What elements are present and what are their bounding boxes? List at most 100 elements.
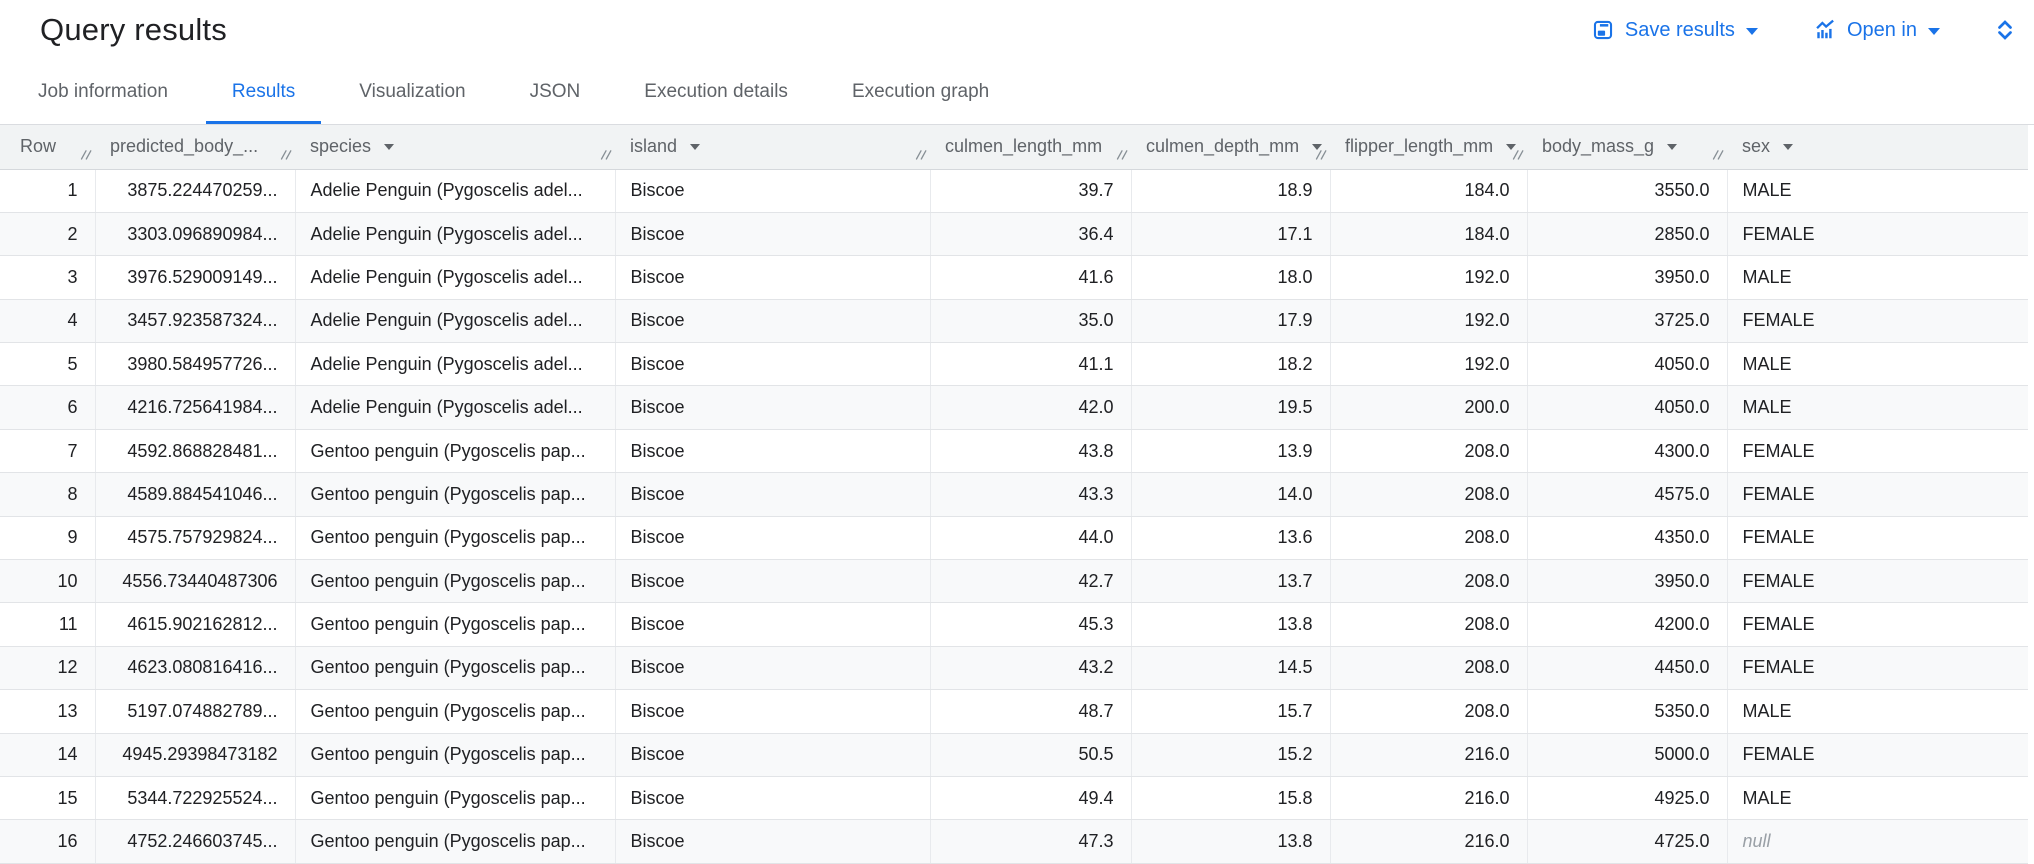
- column-label: culmen_depth_mm: [1146, 136, 1300, 157]
- table-row: 4 3457.923587324... Adelie Penguin (Pygosc…: [0, 299, 2028, 344]
- cell-island: Biscoe: [615, 516, 931, 561]
- column-header-sex[interactable]: sex: [1727, 125, 2028, 170]
- table-row: 8 4589.884541046... Gentoo penguin (Pygosc…: [0, 472, 2028, 517]
- tab-execution-details[interactable]: Execution details: [618, 60, 814, 124]
- table-row: 3 3976.529009149... Adelie Penguin (Pygosc…: [0, 255, 2028, 300]
- column-header-flipper_length_mm[interactable]: flipper_length_mm: [1330, 125, 1527, 170]
- column-resize-handle-icon[interactable]: [280, 145, 293, 166]
- table-header-row: Row predicted_body_... species island culmen…: [0, 125, 2028, 170]
- column-header-culmen_length_mm[interactable]: culmen_length_mm: [930, 125, 1131, 170]
- open-in-button[interactable]: Open in: [1808, 15, 1946, 46]
- cell-species: Adelie Penguin (Pygoscelis adel...: [295, 255, 616, 300]
- cell-island: Biscoe: [615, 429, 931, 474]
- unfold-more-icon: [1994, 17, 2016, 43]
- tab-visualization[interactable]: Visualization: [333, 60, 491, 124]
- cell-predicted_body: 4592.868828481...: [95, 429, 296, 474]
- cell-predicted_body: 4752.246603745...: [95, 819, 296, 864]
- column-resize-handle-icon[interactable]: [600, 145, 613, 166]
- cell-species: Gentoo penguin (Pygoscelis pap...: [295, 559, 616, 604]
- cell-island: Biscoe: [615, 342, 931, 387]
- cell-body_mass_g: 4725.0: [1527, 819, 1728, 864]
- cell-culmen_length_mm: 41.6: [930, 255, 1132, 300]
- cell-island: Biscoe: [615, 472, 931, 517]
- cell-row: 9: [0, 516, 96, 561]
- column-header-row[interactable]: Row: [0, 125, 95, 170]
- cell-island: Biscoe: [615, 646, 931, 691]
- tab-results[interactable]: Results: [205, 60, 322, 124]
- cell-flipper_length_mm: 208.0: [1330, 602, 1528, 647]
- column-header-culmen_depth_mm[interactable]: culmen_depth_mm: [1131, 125, 1330, 170]
- dropdown-caret-icon: [1928, 27, 1940, 35]
- save-results-label: Save results: [1624, 18, 1735, 41]
- table-row: 7 4592.868828481... Gentoo penguin (Pygosc…: [0, 429, 2028, 474]
- table-row: 10 4556.73440487306 Gentoo penguin (Pygosc…: [0, 559, 2028, 604]
- cell-island: Biscoe: [615, 255, 931, 300]
- cell-culmen_depth_mm: 13.7: [1131, 559, 1331, 604]
- table-row: 2 3303.096890984... Adelie Penguin (Pygosc…: [0, 212, 2028, 257]
- cell-species: Gentoo penguin (Pygoscelis pap...: [295, 819, 616, 864]
- cell-island: Biscoe: [615, 776, 931, 821]
- cell-sex: MALE: [1727, 169, 2028, 213]
- cell-body_mass_g: 4575.0: [1527, 472, 1728, 517]
- column-header-island[interactable]: island: [615, 125, 930, 170]
- cell-island: Biscoe: [615, 169, 931, 213]
- cell-body_mass_g: 5000.0: [1527, 733, 1728, 777]
- cell-row: 15: [0, 776, 96, 821]
- column-header-body_mass_g[interactable]: body_mass_g: [1527, 125, 1727, 170]
- cell-row: 2: [0, 212, 96, 257]
- cell-sex: MALE: [1727, 342, 2028, 387]
- column-resize-handle-icon[interactable]: [1512, 145, 1525, 166]
- cell-row: 3: [0, 255, 96, 300]
- cell-row: 5: [0, 342, 96, 387]
- cell-row: 8: [0, 472, 96, 517]
- cell-island: Biscoe: [615, 602, 931, 647]
- cell-sex: FEMALE: [1727, 299, 2028, 344]
- cell-body_mass_g: 4200.0: [1527, 602, 1728, 647]
- column-resize-handle-icon[interactable]: [1315, 145, 1328, 166]
- cell-island: Biscoe: [615, 212, 931, 257]
- table-row: 11 4615.902162812... Gentoo penguin (Pygos…: [0, 602, 2028, 647]
- cell-sex: FEMALE: [1727, 602, 2028, 647]
- cell-body_mass_g: 3950.0: [1527, 255, 1728, 300]
- cell-body_mass_g: 2850.0: [1527, 212, 1728, 257]
- save-results-button[interactable]: Save results: [1586, 15, 1764, 46]
- cell-predicted_body: 5344.722925524...: [95, 776, 296, 821]
- expand-collapse-panel-button[interactable]: [1992, 15, 2018, 45]
- column-resize-handle-icon[interactable]: [1712, 145, 1725, 166]
- cell-row: 12: [0, 646, 96, 691]
- null-value: null: [1742, 831, 1771, 852]
- tab-execution-graph[interactable]: Execution graph: [826, 60, 1015, 124]
- cell-predicted_body: 4216.725641984...: [95, 385, 296, 430]
- cell-sex: FEMALE: [1727, 516, 2028, 561]
- column-resize-handle-icon[interactable]: [915, 145, 928, 166]
- cell-predicted_body: 4556.73440487306: [95, 559, 296, 604]
- cell-island: Biscoe: [615, 689, 931, 734]
- cell-species: Gentoo penguin (Pygoscelis pap...: [295, 733, 616, 777]
- open-in-chart-icon: [1814, 19, 1836, 41]
- cell-row: 6: [0, 385, 96, 430]
- results-table-container: Row predicted_body_... species island culmen…: [0, 125, 2034, 864]
- tab-job-information[interactable]: Job information: [12, 60, 194, 124]
- cell-culmen_length_mm: 35.0: [930, 299, 1132, 344]
- cell-species: Gentoo penguin (Pygoscelis pap...: [295, 776, 616, 821]
- column-resize-handle-icon[interactable]: [80, 145, 93, 166]
- cell-species: Adelie Penguin (Pygoscelis adel...: [295, 342, 616, 387]
- titlebar: Query results Save results Open in: [0, 0, 2034, 60]
- cell-row: 1: [0, 169, 96, 213]
- cell-culmen_depth_mm: 17.9: [1131, 299, 1331, 344]
- cell-predicted_body: 3976.529009149...: [95, 255, 296, 300]
- tab-json[interactable]: JSON: [504, 60, 607, 124]
- column-header-predicted_body[interactable]: predicted_body_...: [95, 125, 295, 170]
- cell-flipper_length_mm: 208.0: [1330, 472, 1528, 517]
- cell-species: Gentoo penguin (Pygoscelis pap...: [295, 602, 616, 647]
- cell-species: Gentoo penguin (Pygoscelis pap...: [295, 689, 616, 734]
- cell-flipper_length_mm: 184.0: [1330, 212, 1528, 257]
- cell-species: Adelie Penguin (Pygoscelis adel...: [295, 299, 616, 344]
- cell-row: 14: [0, 733, 96, 777]
- cell-species: Adelie Penguin (Pygoscelis adel...: [295, 385, 616, 430]
- column-header-species[interactable]: species: [295, 125, 615, 170]
- column-label: body_mass_g: [1542, 136, 1655, 157]
- table-row: 6 4216.725641984... Adelie Penguin (Pygosc…: [0, 385, 2028, 430]
- cell-flipper_length_mm: 216.0: [1330, 733, 1528, 777]
- column-resize-handle-icon[interactable]: [1116, 145, 1129, 166]
